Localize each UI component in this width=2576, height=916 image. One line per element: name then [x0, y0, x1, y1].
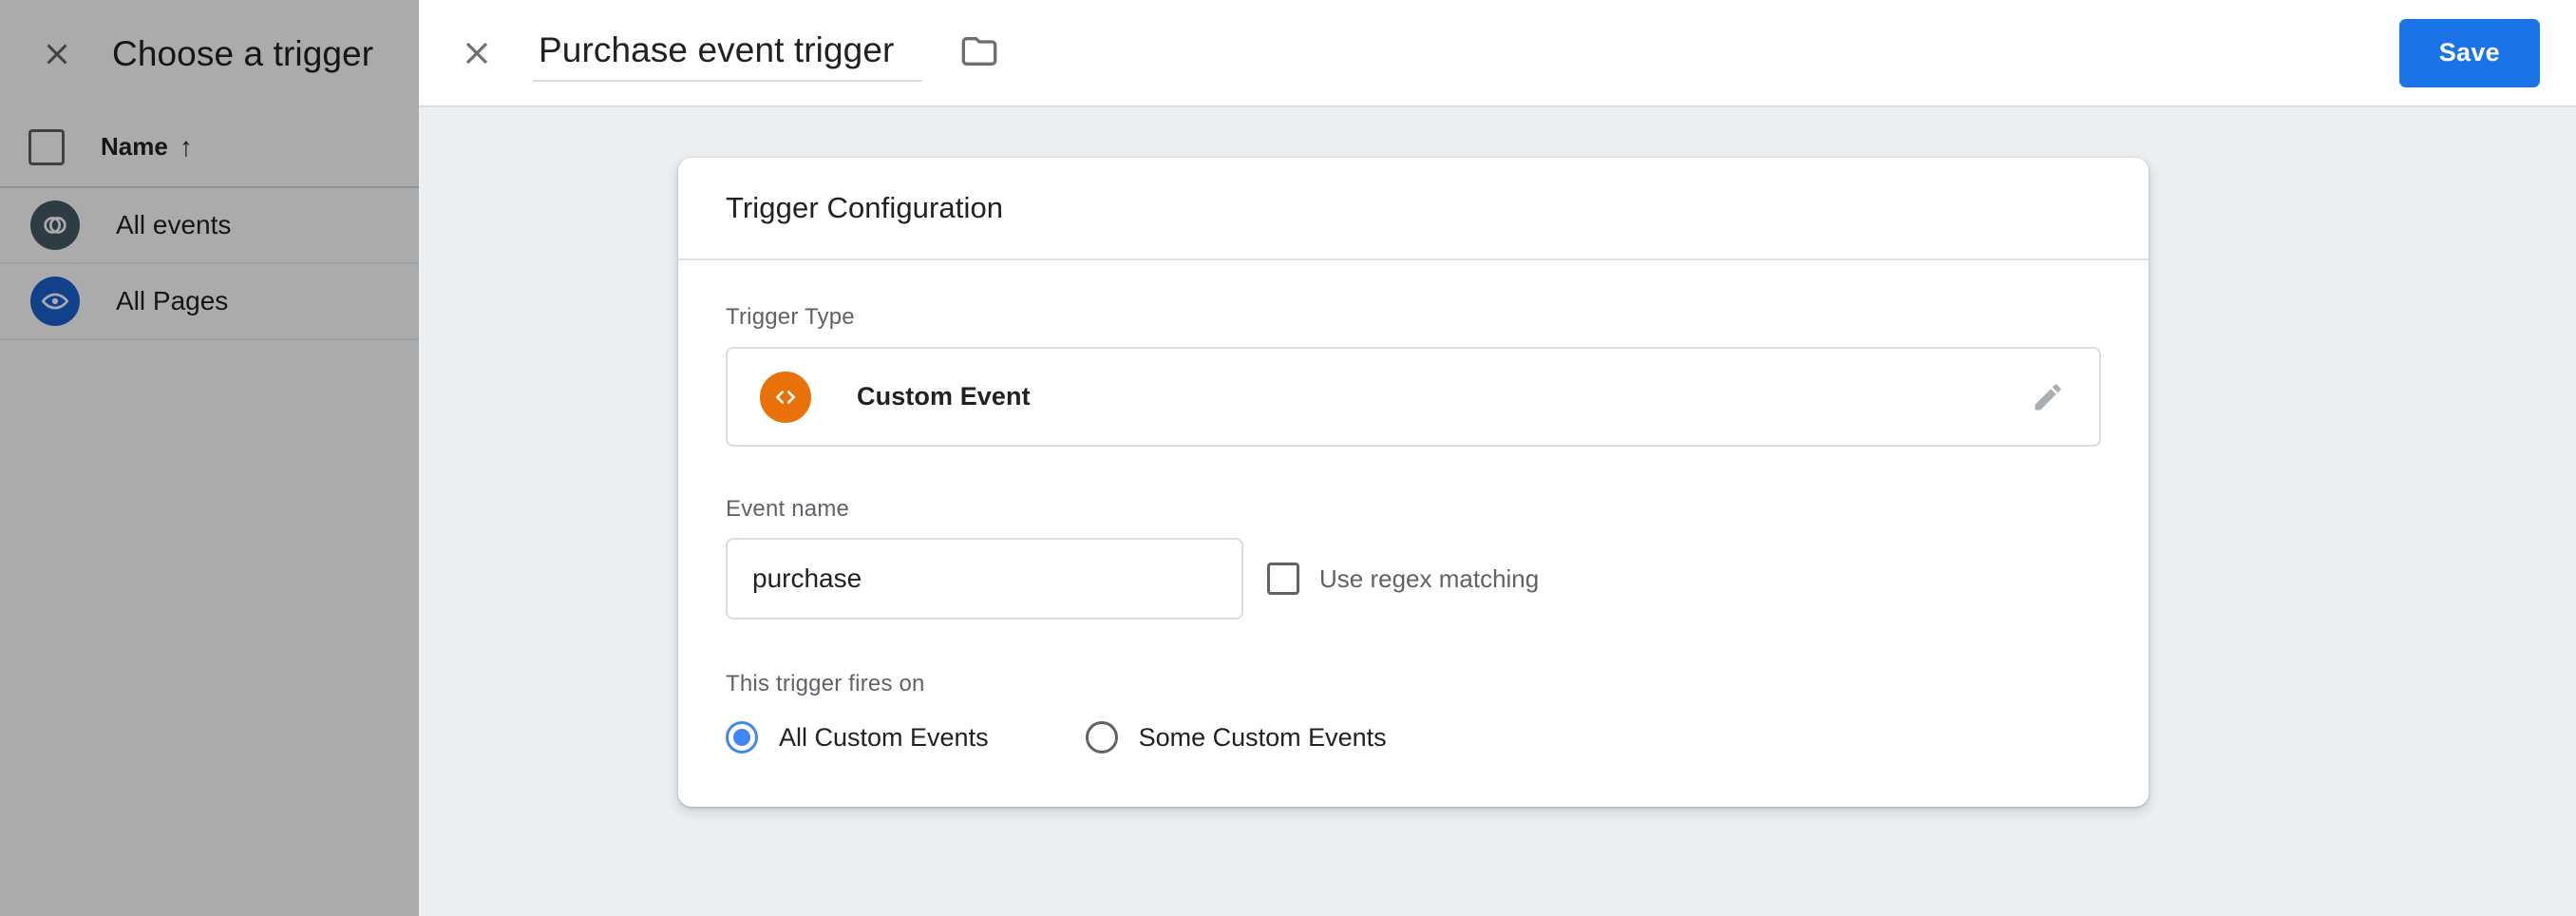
trigger-editor-modal: Purchase event trigger Save Trigger Conf…	[419, 0, 2576, 916]
trigger-title-wrap: Purchase event trigger	[533, 25, 1006, 82]
use-regex-matching-label: Use regex matching	[1319, 564, 1539, 594]
radio-selected-dot	[733, 729, 750, 746]
table-row[interactable]: All events	[0, 188, 419, 264]
choose-trigger-header: Choose a trigger	[0, 0, 419, 107]
sort-ascending-icon: ↑	[180, 134, 193, 161]
all-events-icon	[30, 200, 80, 250]
trigger-type-label: Trigger Type	[726, 304, 2101, 331]
select-all-checkbox[interactable]	[28, 129, 65, 165]
trigger-type-value: Custom Event	[857, 382, 1031, 411]
event-name-section: Event name purchase Use regex matching	[726, 496, 2101, 620]
close-icon[interactable]	[28, 26, 85, 83]
save-button[interactable]: Save	[2399, 19, 2540, 87]
close-icon[interactable]	[447, 24, 506, 83]
event-name-row: purchase Use regex matching	[726, 538, 2101, 620]
folder-icon[interactable]	[953, 25, 1006, 78]
pencil-icon[interactable]	[2021, 371, 2074, 424]
trigger-configuration-card: Trigger Configuration Trigger Type C	[678, 158, 2149, 807]
trigger-editor-header: Purchase event trigger Save	[419, 0, 2576, 107]
radio-all-custom-events-control[interactable]	[726, 721, 758, 754]
choose-trigger-panel: Choose a trigger Name ↑ All events	[0, 0, 419, 916]
trigger-name-input[interactable]: Purchase event trigger	[533, 27, 922, 82]
column-header-name[interactable]: Name ↑	[101, 132, 193, 162]
choose-trigger-title: Choose a trigger	[112, 34, 373, 74]
card-title: Trigger Configuration	[726, 191, 1003, 225]
trigger-configuration-body: Trigger Type Custom Event	[678, 260, 2149, 807]
trigger-name: All Pages	[116, 286, 228, 316]
fires-on-radio-group: All Custom Events Some Custom Events	[726, 721, 2101, 754]
eye-icon	[30, 277, 80, 326]
event-name-input[interactable]: purchase	[726, 538, 1243, 620]
radio-all-custom-events-label: All Custom Events	[779, 723, 989, 753]
trigger-editor-body: Trigger Configuration Trigger Type C	[419, 107, 2576, 916]
radio-all-custom-events[interactable]: All Custom Events	[726, 721, 989, 754]
radio-some-custom-events-label: Some Custom Events	[1139, 723, 1387, 753]
trigger-configuration-header: Trigger Configuration	[678, 158, 2149, 260]
column-header-name-label: Name	[101, 132, 168, 162]
code-brackets-icon	[760, 372, 811, 423]
event-name-label: Event name	[726, 496, 2101, 523]
trigger-list-empty-area	[0, 340, 419, 916]
trigger-list-table-header: Name ↑	[0, 107, 419, 188]
fires-on-label: This trigger fires on	[726, 671, 2101, 697]
use-regex-matching-option[interactable]: Use regex matching	[1267, 563, 1539, 595]
fires-on-section: This trigger fires on All Custom Events	[726, 671, 2101, 754]
radio-some-custom-events[interactable]: Some Custom Events	[1086, 721, 1387, 754]
trigger-name: All events	[116, 210, 231, 240]
app-screen: Choose a trigger Name ↑ All events	[0, 0, 2576, 916]
use-regex-matching-checkbox[interactable]	[1267, 563, 1299, 595]
trigger-type-selector[interactable]: Custom Event	[726, 347, 2101, 447]
trigger-type-section: Trigger Type Custom Event	[726, 304, 2101, 447]
radio-some-custom-events-control[interactable]	[1086, 721, 1118, 754]
table-row[interactable]: All Pages	[0, 264, 419, 340]
